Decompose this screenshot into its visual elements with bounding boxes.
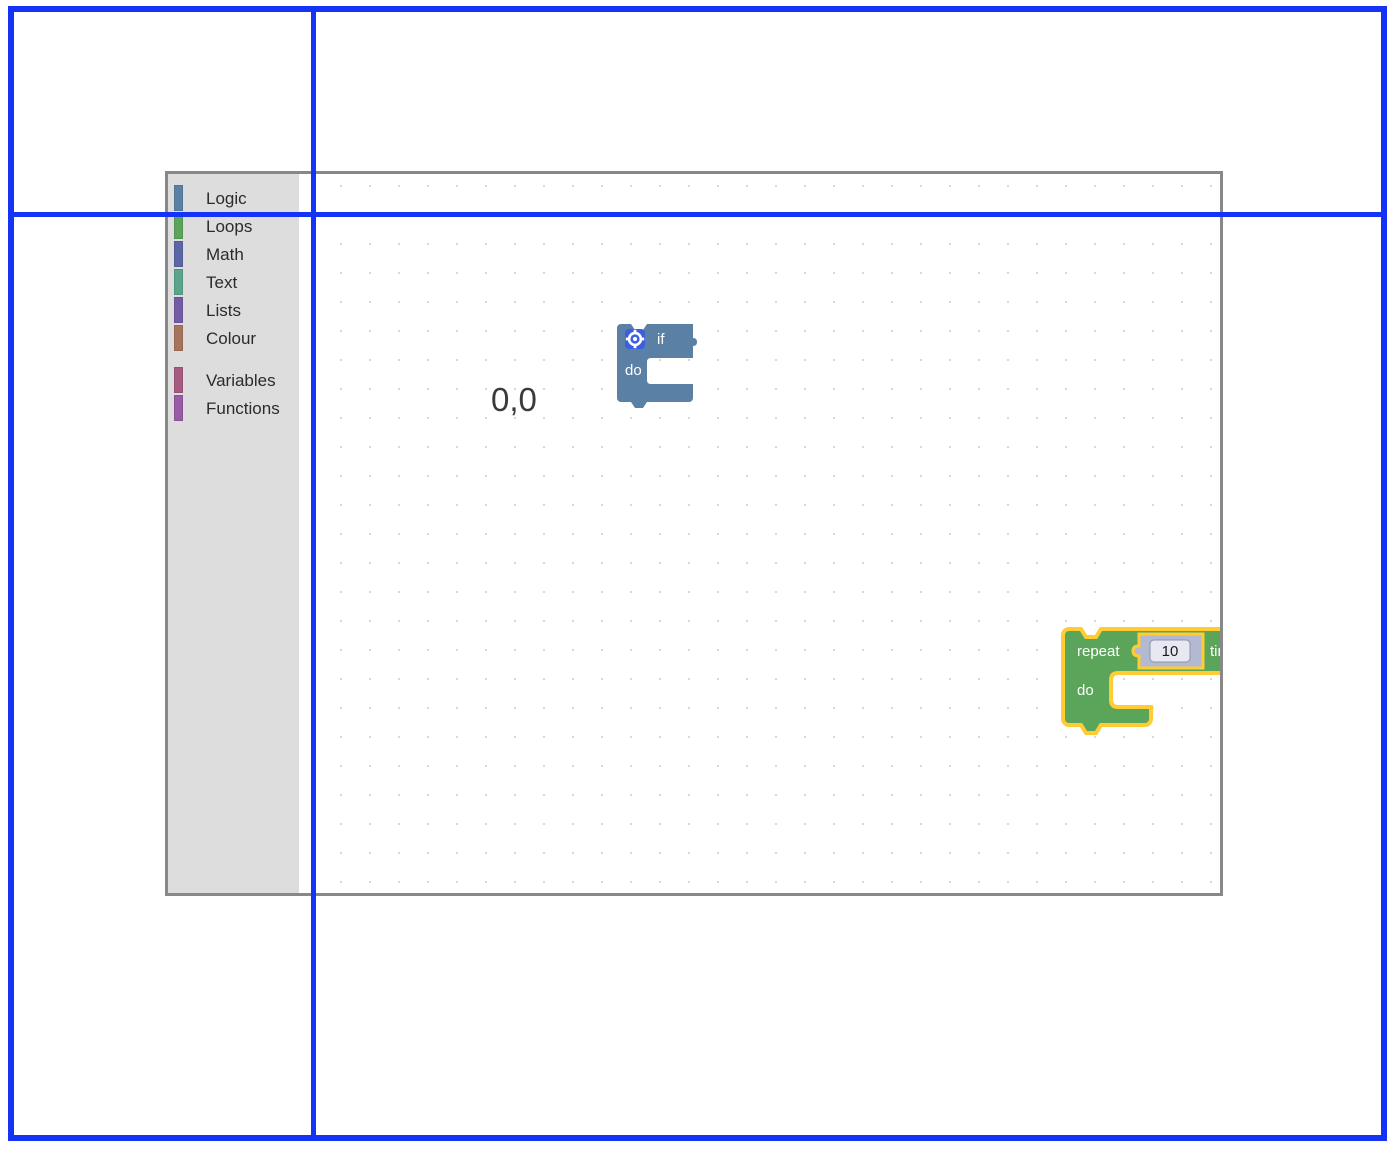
vertical-guide-line — [311, 6, 316, 1141]
category-colour-swatch-colour — [174, 325, 183, 351]
toolbox-category-label: Colour — [206, 328, 257, 348]
origin-coordinate-label: 0,0 — [491, 381, 537, 418]
repeat-block-prefix-label: repeat — [1077, 643, 1120, 660]
category-colour-swatch-math — [174, 241, 183, 267]
category-colour-swatch-text — [174, 269, 183, 295]
toolbox-category-variables[interactable]: Variables — [168, 366, 299, 394]
toolbox-category-lists[interactable]: Lists — [168, 296, 299, 324]
block-controls-if[interactable]: if do — [617, 324, 717, 408]
toolbox-category-label: Loops — [206, 216, 253, 236]
blockly-workspace-container: Logic Loops Math Text Lists Colour Varia… — [165, 171, 1223, 896]
repeat-block-body-label: do — [1077, 682, 1094, 699]
toolbox-category-math[interactable]: Math — [168, 240, 299, 268]
toolbox-category-label: Logic — [206, 188, 247, 208]
toolbox-category-label: Math — [206, 244, 244, 264]
toolbox-separator — [168, 352, 299, 366]
toolbox-category-logic[interactable]: Logic — [168, 184, 299, 212]
toolbox-category-label: Functions — [206, 398, 280, 418]
toolbox-category-label: Text — [206, 272, 238, 292]
toolbox-category-label: Variables — [206, 370, 276, 390]
toolbox-category-functions[interactable]: Functions — [168, 394, 299, 422]
if-block-body-label: do — [625, 362, 642, 379]
repeat-block-suffix-label: times — [1210, 643, 1223, 660]
repeat-times-value-input[interactable]: 10 — [1131, 632, 1205, 670]
horizontal-guide-line — [8, 212, 1387, 217]
if-block-statement-label: if — [657, 331, 665, 348]
toolbox-category-colour[interactable]: Colour — [168, 324, 299, 352]
toolbox: Logic Loops Math Text Lists Colour Varia… — [168, 174, 299, 893]
toolbox-category-label: Lists — [206, 300, 241, 320]
workspace-canvas[interactable]: 0,0 if do repeat 10 ti do — [299, 174, 1220, 893]
category-colour-swatch-logic — [174, 185, 183, 211]
toolbox-category-text[interactable]: Text — [168, 268, 299, 296]
gear-icon[interactable] — [625, 329, 645, 349]
repeat-times-value: 10 — [1162, 643, 1179, 660]
block-controls-repeat[interactable]: repeat 10 times do — [1061, 627, 1223, 735]
category-colour-swatch-lists — [174, 297, 183, 323]
category-colour-swatch-functions — [174, 395, 183, 421]
category-colour-swatch-variables — [174, 367, 183, 393]
